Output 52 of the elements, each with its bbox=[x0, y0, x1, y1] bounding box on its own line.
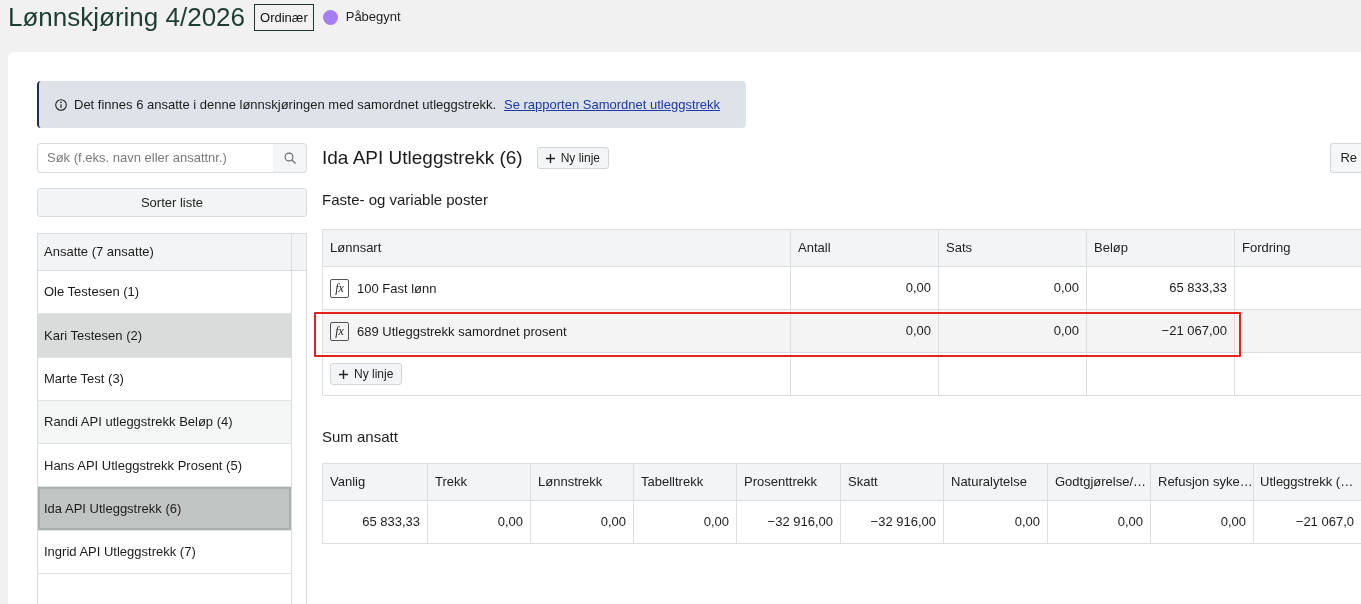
table-cell: 0,00 bbox=[427, 500, 531, 544]
column-header: Trekk bbox=[427, 463, 531, 501]
add-line-button[interactable]: Ny linje bbox=[330, 363, 403, 385]
table-cell: 65 833,33 bbox=[1086, 266, 1235, 310]
column-header: Antall bbox=[790, 229, 939, 267]
employee-list-item[interactable]: Randi API utleggstrekk Beløp (4) bbox=[38, 400, 291, 445]
table-cell: 0,00 bbox=[1047, 500, 1151, 544]
item-name: 689 Utleggstrekk samordnet prosent bbox=[357, 323, 567, 339]
column-header: Prosenttrekk bbox=[736, 463, 841, 501]
table-cell: 0,00 bbox=[633, 500, 737, 544]
table-cell: −32 916,00 bbox=[736, 500, 841, 544]
table-cell: 0,00 bbox=[530, 500, 634, 544]
column-header: Godtgjørelse/… bbox=[1047, 463, 1151, 501]
alert-message: Det finnes 6 ansatte i denne lønnskjøringen med samordnet utleggstrekk. bbox=[74, 95, 496, 114]
info-icon bbox=[55, 98, 67, 111]
column-header: Beløp bbox=[1086, 229, 1235, 267]
column-header: Tabelltrekk bbox=[633, 463, 737, 501]
section-title: Sum ansatt bbox=[322, 427, 398, 447]
section-title: Faste- og variable poster bbox=[322, 190, 488, 210]
toolbar-button[interactable]: Re bbox=[1330, 143, 1361, 173]
column-header: Utleggstrekk (… bbox=[1253, 463, 1361, 501]
column-header: Fordring bbox=[1234, 229, 1361, 267]
column-header: Lønnsart bbox=[322, 229, 791, 267]
column-header: Sats bbox=[938, 229, 1087, 267]
formula-marker: fx bbox=[330, 278, 349, 298]
page-title: Lønnskjøring 4/2026 bbox=[8, 1, 246, 33]
table-cell: 0,00 bbox=[790, 309, 939, 353]
item-name: 100 Fast lønn bbox=[357, 280, 437, 296]
column-header: Vanlig bbox=[322, 463, 428, 501]
table-cell: 0,00 bbox=[938, 309, 1087, 353]
add-line-button[interactable]: Ny linje bbox=[536, 147, 609, 169]
table-cell: 0,00 bbox=[790, 266, 939, 310]
table-cell: −21 067,00 bbox=[1086, 309, 1235, 353]
table-cell: −32 916,00 bbox=[840, 500, 944, 544]
column-header: Lønnstrekk bbox=[530, 463, 634, 501]
table-cell: 0,00 bbox=[943, 500, 1048, 544]
run-type-tag: Ordinær bbox=[254, 3, 314, 31]
report-link[interactable]: Se rapporten Samordnet utleggstrekk bbox=[504, 94, 721, 115]
employee-list-item[interactable]: Ida API Utleggstrekk (6) bbox=[38, 487, 291, 531]
table-cell: 0,00 bbox=[938, 266, 1087, 310]
table-cell: 65 833,33 bbox=[322, 500, 428, 544]
column-header: Naturalytelse bbox=[943, 463, 1048, 501]
plus-icon bbox=[545, 153, 555, 163]
employee-title: Ida API Utleggstrekk (6) bbox=[322, 146, 523, 170]
employee-list-item[interactable]: Kari Testesen (2) bbox=[38, 314, 291, 358]
formula-marker: fx bbox=[330, 321, 349, 341]
sort-button[interactable]: Sorter liste bbox=[37, 188, 307, 217]
plus-icon bbox=[339, 369, 348, 379]
column-header: Refusjon syke… bbox=[1150, 463, 1254, 501]
status-label: Påbegynt bbox=[345, 8, 401, 27]
table-cell: 0,00 bbox=[1150, 500, 1254, 544]
column-header: Skatt bbox=[840, 463, 944, 501]
